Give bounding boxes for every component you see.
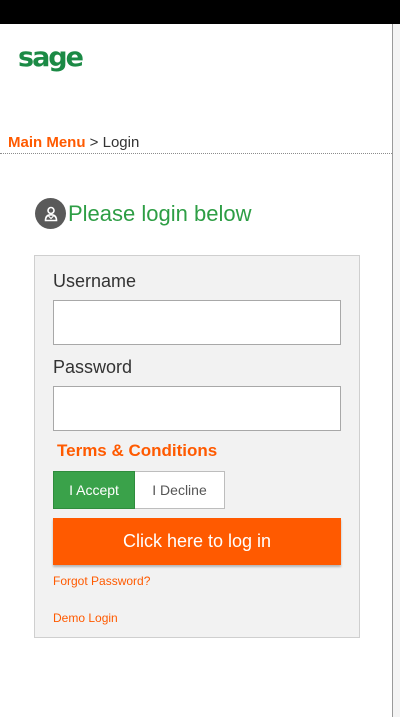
demo-login-link[interactable]: Demo Login	[53, 610, 118, 626]
breadcrumb-divider	[0, 153, 392, 154]
login-heading: Please login below	[35, 198, 251, 229]
terms-and-conditions-link[interactable]: Terms & Conditions	[57, 440, 217, 462]
user-circle-icon	[35, 198, 66, 229]
breadcrumb: Main Menu > Login	[8, 134, 139, 152]
breadcrumb-current: Login	[102, 134, 140, 151]
breadcrumb-separator: >	[89, 134, 99, 151]
terms-toggle-group: I Accept I Decline	[53, 471, 225, 509]
username-label: Username	[53, 271, 137, 291]
login-heading-text: Please login below	[68, 200, 252, 226]
sage-logo: sage	[18, 42, 84, 73]
login-form-panel: Username Password Terms & Conditions I A…	[34, 255, 360, 638]
password-label: Password	[53, 357, 133, 377]
top-bar	[0, 0, 400, 24]
password-input[interactable]	[53, 386, 341, 431]
login-page: sage Main Menu > Login Please login belo…	[0, 0, 400, 717]
decline-terms-button[interactable]: I Decline	[135, 471, 225, 509]
forgot-password-link[interactable]: Forgot Password?	[53, 573, 150, 589]
login-submit-button[interactable]: Click here to log in	[53, 518, 341, 565]
window-right-edge	[392, 24, 400, 717]
accept-terms-button[interactable]: I Accept	[53, 471, 135, 509]
breadcrumb-main-menu-link[interactable]: Main Menu	[8, 134, 86, 151]
username-input[interactable]	[53, 300, 341, 345]
